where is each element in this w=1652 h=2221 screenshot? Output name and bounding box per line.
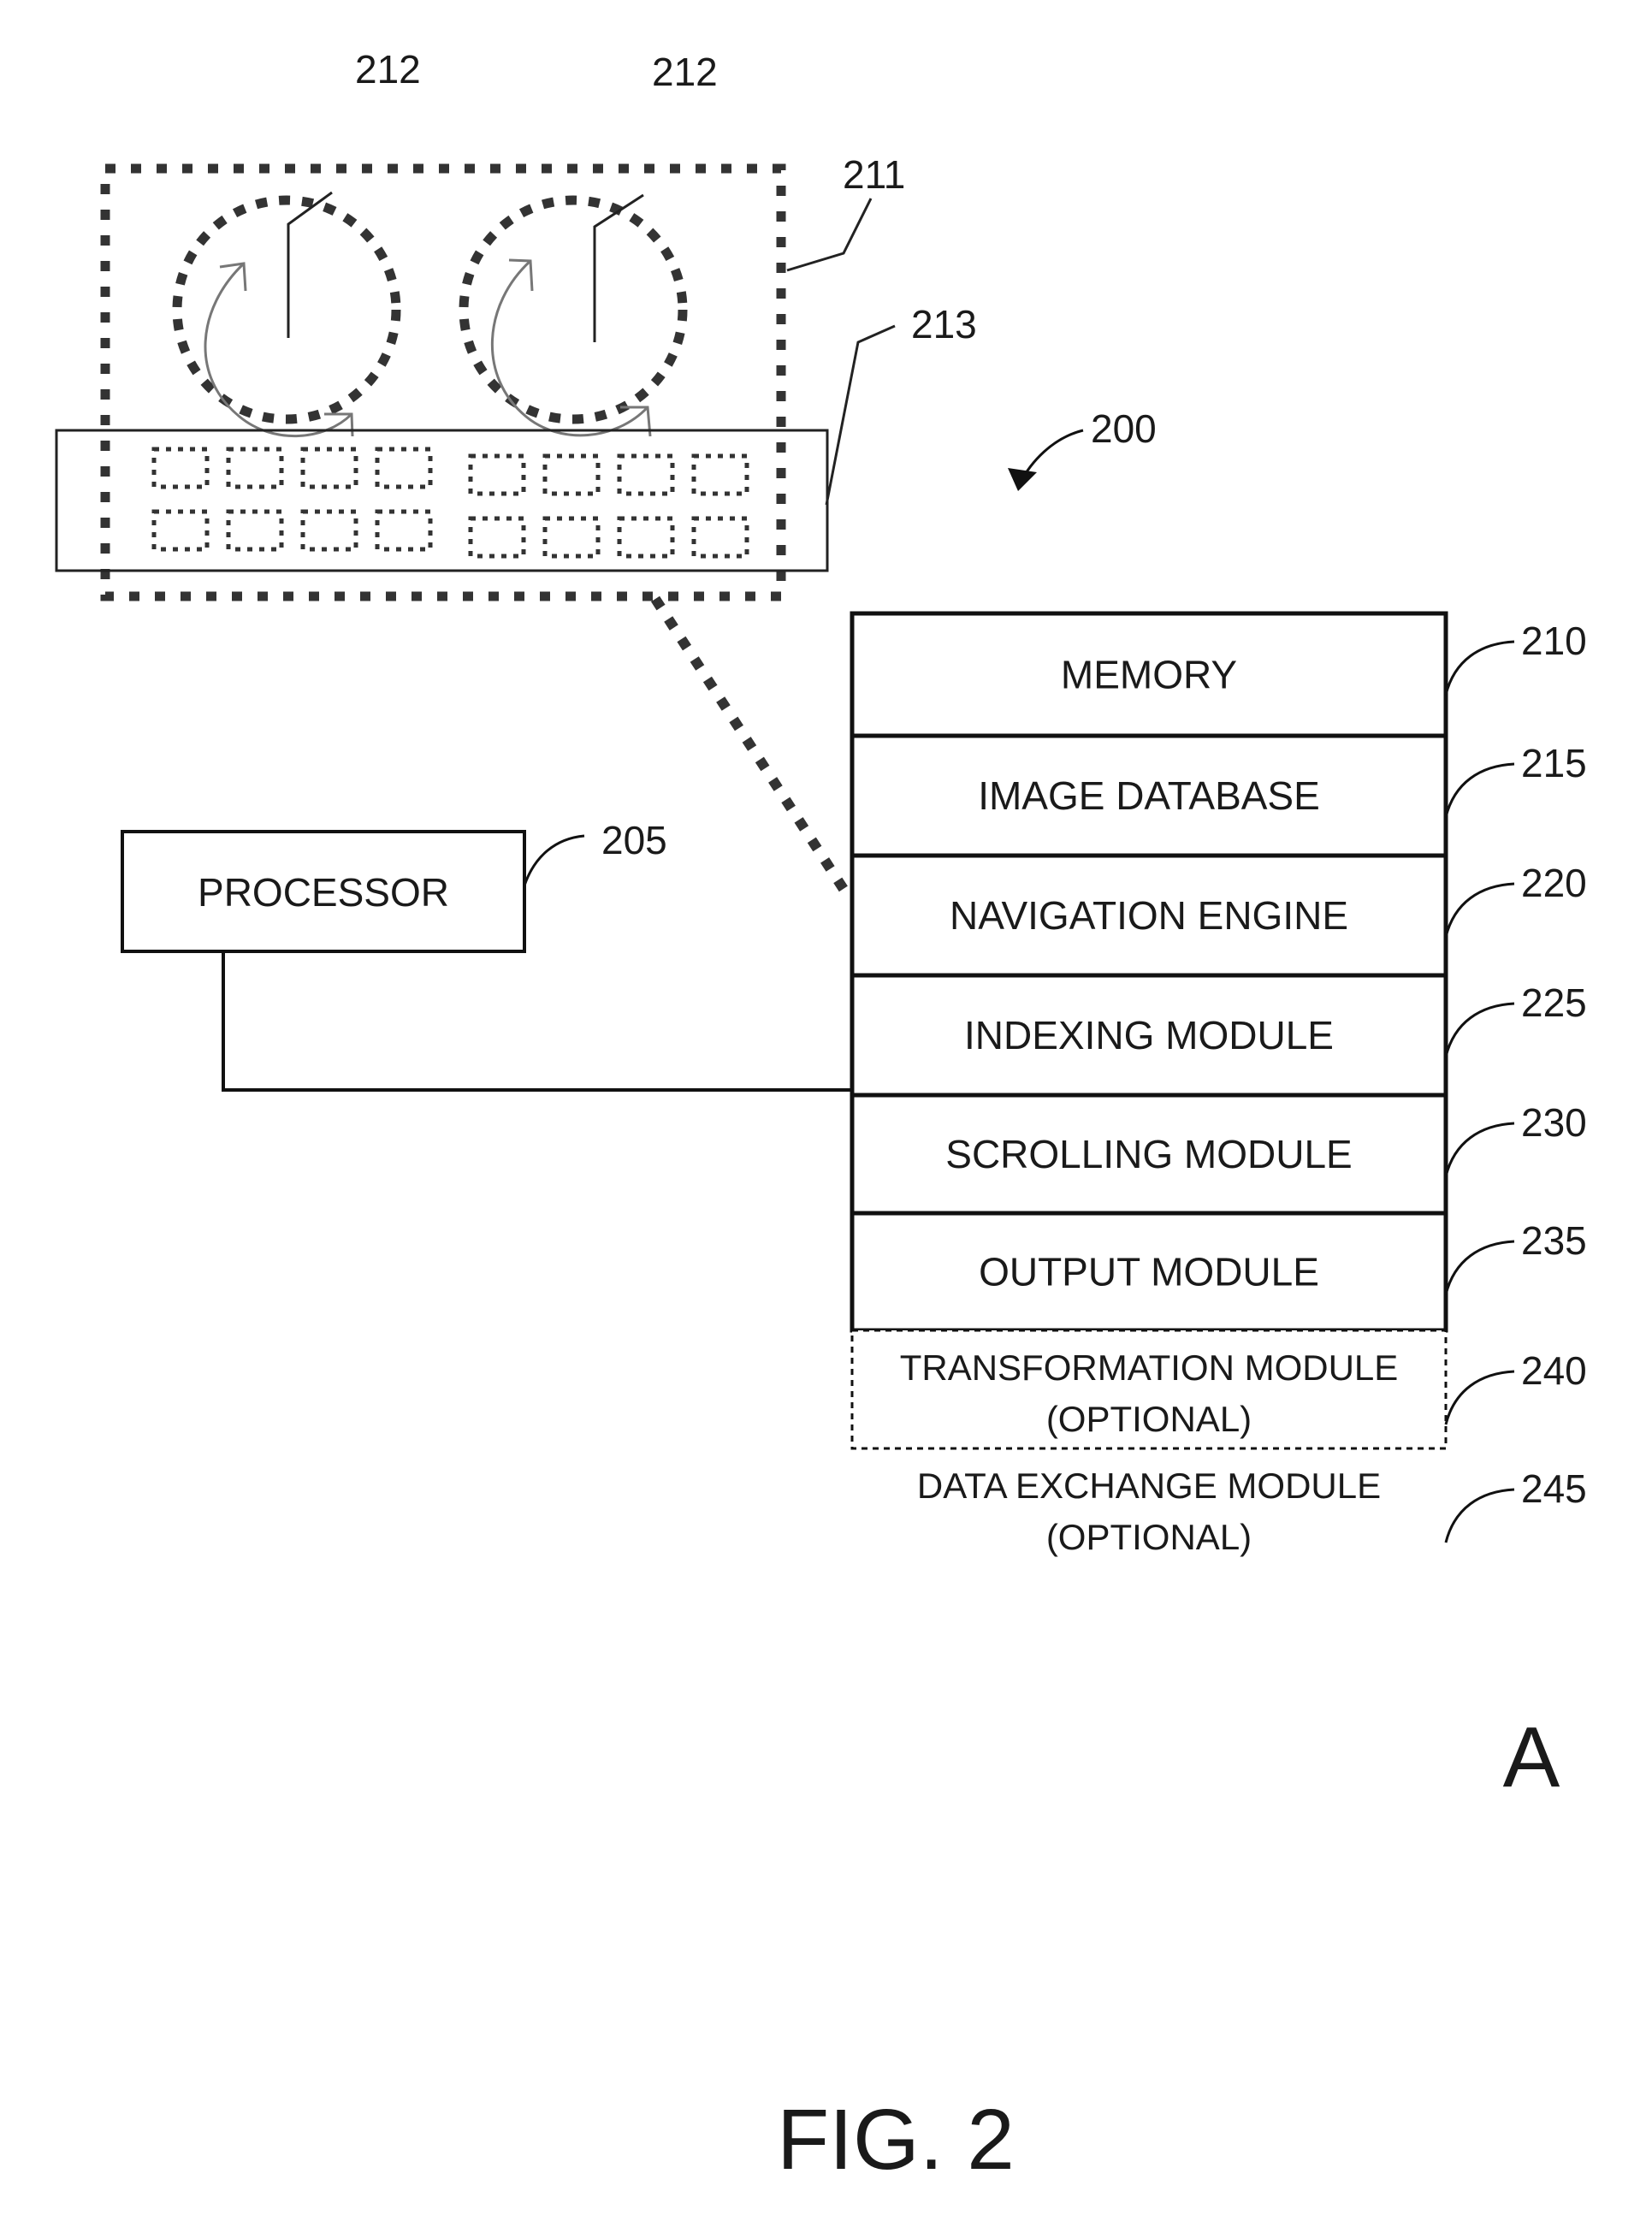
module-label: TRANSFORMATION MODULE (900, 1347, 1399, 1388)
leader-line (1444, 640, 1515, 696)
thumbnail-placeholder (151, 509, 210, 552)
leader-line-213 (825, 324, 896, 506)
module-label: DATA EXCHANGE MODULE (917, 1466, 1381, 1506)
ref-213: 213 (911, 302, 977, 346)
thumbnail-strip (55, 429, 829, 572)
leader-line (1444, 1122, 1515, 1177)
rotate-arrow-icon (204, 262, 353, 438)
module-row: SCROLLING MODULE 230 (850, 1093, 1587, 1216)
thumbnail-placeholder (468, 516, 526, 559)
thumbnail-placeholder (691, 516, 749, 559)
ref-212-right: 212 (652, 50, 718, 94)
thumbnail-placeholder (300, 509, 358, 552)
thumbnail-placeholder (226, 509, 284, 552)
module-row: DATA EXCHANGE MODULE (OPTIONAL) 245 (917, 1466, 1587, 1557)
module-row: NAVIGATION ENGINE 220 (850, 853, 1587, 978)
leader-line-212-left (287, 191, 333, 338)
thumbnail-placeholder (375, 447, 433, 489)
thumbnail-placeholder (468, 453, 526, 496)
processor-label: PROCESSOR (198, 870, 449, 915)
scroll-wheel-dashed-circle (172, 195, 401, 424)
ref-200: 200 (1091, 406, 1157, 451)
module-ref-number: 215 (1521, 741, 1587, 785)
thumbnail-placeholder (542, 516, 601, 559)
module-ref-number: 240 (1521, 1348, 1587, 1393)
zoom-connector-dashed (650, 595, 855, 902)
arrowhead-icon (1008, 468, 1037, 491)
module-label: INDEXING MODULE (964, 1013, 1334, 1057)
scroll-wheel-left (172, 195, 401, 438)
patent-figure: 212 212 211 213 200 PROCESSOR 205 MEMORY… (55, 47, 1587, 2188)
display-region: 212 212 211 213 (55, 47, 977, 601)
module-label: SCROLLING MODULE (945, 1132, 1352, 1176)
processor-bus-line (222, 951, 851, 1092)
leader-line (1444, 1370, 1515, 1425)
module-row: TRANSFORMATION MODULE (OPTIONAL) 240 (850, 1329, 1587, 1450)
module-label: OUTPUT MODULE (979, 1250, 1319, 1294)
thumbnail-placeholder (542, 453, 601, 496)
scroll-wheel-dashed-circle (459, 195, 688, 424)
thumbnail-placeholder (151, 447, 210, 489)
leader-line (1444, 1488, 1515, 1543)
rotate-arrow-head-top (508, 258, 534, 292)
processor-block: PROCESSOR 205 (121, 818, 851, 1092)
leader-line-205 (523, 834, 585, 886)
module-ref-number: 210 (1521, 619, 1587, 663)
module-ref-number: 220 (1521, 861, 1587, 905)
leader-line (1444, 882, 1515, 938)
module-row: OUTPUT MODULE 235 (850, 1211, 1587, 1333)
thumbnail-grid (151, 447, 749, 559)
thumbnail-placeholder (226, 447, 284, 489)
figure-title: FIG. 2 (777, 2092, 1015, 2188)
module-sublabel: (OPTIONAL) (1046, 1517, 1252, 1557)
module-row: IMAGE DATABASE 215 (850, 733, 1587, 858)
module-label: MEMORY (1061, 653, 1237, 697)
module-ref-number: 245 (1521, 1466, 1587, 1511)
module-ref-number: 235 (1521, 1218, 1587, 1263)
thumbnail-placeholder (691, 453, 749, 496)
module-label: NAVIGATION ENGINE (950, 893, 1348, 938)
memory-module-stack: MEMORY 210 IMAGE DATABASE 215 NAVIGATION ENG… (850, 611, 1587, 1557)
thumbnail-placeholder (300, 447, 358, 489)
module-label: IMAGE DATABASE (978, 773, 1320, 818)
leader-line (1444, 762, 1515, 818)
ref-212-left: 212 (355, 47, 421, 92)
leader-line-211 (786, 198, 873, 272)
module-row: MEMORY 210 (850, 611, 1587, 738)
scroll-wheel-right (459, 195, 688, 437)
module-row: INDEXING MODULE 225 (850, 973, 1587, 1098)
thumbnail-placeholder (617, 453, 675, 496)
thumbnail-placeholder (617, 516, 675, 559)
module-ref-number: 230 (1521, 1100, 1587, 1145)
leader-line (1444, 1002, 1515, 1057)
module-ref-number: 225 (1521, 980, 1587, 1025)
panel-letter: A (1503, 1709, 1560, 1805)
ref-205: 205 (601, 818, 667, 862)
system-reference: 200 (1008, 406, 1157, 491)
module-sublabel: (OPTIONAL) (1046, 1399, 1252, 1439)
leader-line (1444, 1240, 1515, 1295)
thumbnail-placeholder (375, 509, 433, 552)
ref-211: 211 (843, 152, 905, 197)
